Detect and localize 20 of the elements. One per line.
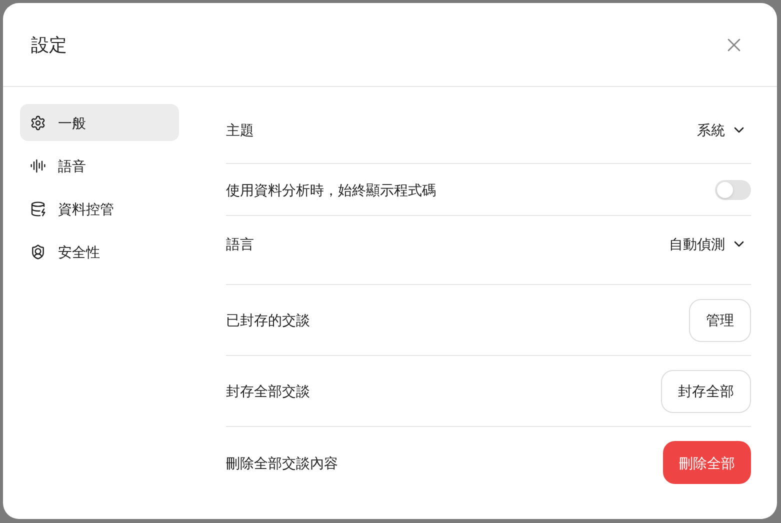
setting-label: 語言 [226, 235, 254, 254]
setting-label: 已封存的交談 [226, 311, 310, 330]
sidebar-item[interactable]: 安全性 [20, 233, 179, 270]
sidebar-item[interactable]: 語音 [20, 147, 179, 184]
sidebar-item[interactable]: 一般 [20, 104, 179, 141]
audio-wave-icon [30, 158, 46, 174]
dropdown-select[interactable]: 系統 [693, 120, 751, 140]
settings-icon [30, 114, 46, 130]
setting-label: 封存全部交談 [226, 382, 310, 401]
sidebar-item[interactable]: 資料控管 [20, 190, 179, 227]
dialog-title: 設定 [31, 34, 67, 56]
dropdown-select[interactable]: 自動偵測 [665, 234, 751, 254]
toggle-switch[interactable] [715, 180, 751, 200]
delete-button[interactable]: 刪除全部 [663, 441, 751, 484]
action-button[interactable]: 管理 [689, 298, 751, 342]
setting-label: 使用資料分析時，始終顯示程式碼 [226, 180, 436, 200]
shield-person-icon [30, 244, 46, 260]
setting-label: 主題 [226, 121, 254, 140]
setting-label: 刪除全部交談內容 [226, 454, 338, 472]
action-button[interactable]: 封存全部 [661, 370, 751, 412]
